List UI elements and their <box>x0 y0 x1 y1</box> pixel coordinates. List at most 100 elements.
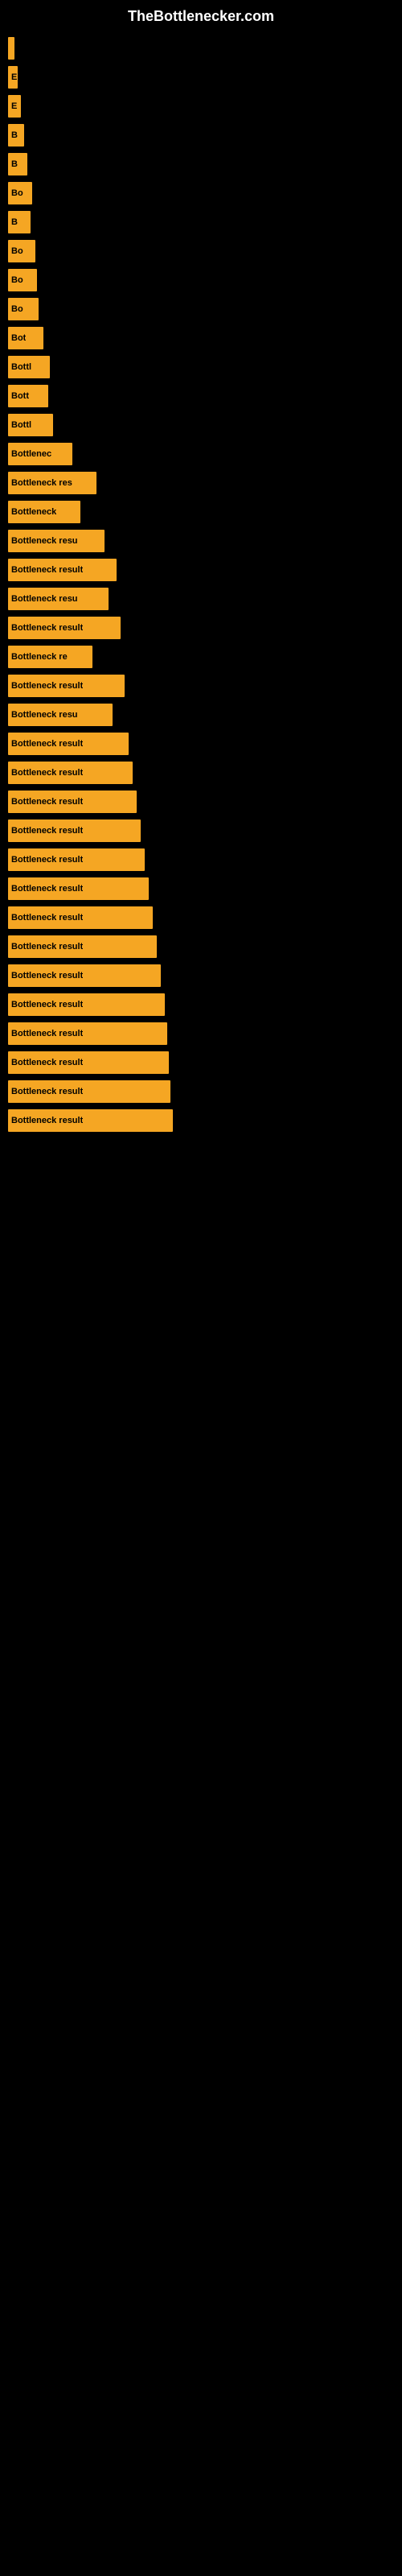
bar-row: Bottleneck result <box>8 617 394 639</box>
bar: B <box>8 124 24 147</box>
bar-label: Bottleneck result <box>11 855 83 865</box>
bar-row: Bottl <box>8 414 394 436</box>
bar: Bottleneck re <box>8 646 92 668</box>
bar-row: Bottleneck resu <box>8 530 394 552</box>
bar: Bottleneck result <box>8 877 149 900</box>
bar-label: Bottleneck re <box>11 652 68 662</box>
bar-row: Bott <box>8 385 394 407</box>
bar-label: Bottleneck result <box>11 623 83 633</box>
bar-row: Bottleneck result <box>8 993 394 1016</box>
bar: Bottleneck result <box>8 906 153 929</box>
bar-label: Bottleneck result <box>11 768 83 778</box>
bar-label: Bottleneck resu <box>11 536 78 546</box>
bar: Bottleneck result <box>8 559 117 581</box>
bar-row: Bo <box>8 240 394 262</box>
bar-row: Bottleneck result <box>8 935 394 958</box>
bar-row: Bo <box>8 182 394 204</box>
bar-label: Bottl <box>11 420 31 430</box>
bar-label: Bo <box>11 246 23 256</box>
bar-row: Bottleneck result <box>8 675 394 697</box>
bar: Bottleneck result <box>8 791 137 813</box>
bar: Bo <box>8 240 35 262</box>
bar-row: Bottleneck result <box>8 1022 394 1045</box>
bar-label: Bottl <box>11 362 31 372</box>
bar-row: Bot <box>8 327 394 349</box>
bar-label: Bottleneck result <box>11 681 83 691</box>
bar: Bottleneck result <box>8 848 145 871</box>
bar: Bottleneck result <box>8 935 157 958</box>
bar-row: Bottleneck result <box>8 1080 394 1103</box>
bar-row: Bottleneck result <box>8 762 394 784</box>
bar-row: E <box>8 95 394 118</box>
bar-label: Bottleneck result <box>11 1087 83 1096</box>
bar-label: Bottleneck result <box>11 1000 83 1009</box>
bar-row: B <box>8 211 394 233</box>
bar: Bottleneck result <box>8 1109 173 1132</box>
bar: Bot <box>8 327 43 349</box>
bar-label: Bottleneck result <box>11 942 83 952</box>
bar: Bottleneck result <box>8 617 121 639</box>
bar: B <box>8 153 27 175</box>
bar-row: B <box>8 124 394 147</box>
bar-label: B <box>11 217 18 227</box>
bar-row: E <box>8 66 394 89</box>
bar-row: Bottleneck resu <box>8 704 394 726</box>
bar-row: Bottleneck res <box>8 472 394 494</box>
bar-label: E <box>11 101 17 111</box>
bar-row: Bottleneck result <box>8 1109 394 1132</box>
bar-label: Bottleneck result <box>11 913 83 923</box>
bar: Bottleneck res <box>8 472 96 494</box>
bar-row: Bottleneck result <box>8 964 394 987</box>
bar-row: Bottleneck <box>8 501 394 523</box>
bars-container: E E B B Bo B Bo Bo Bo Bot Bottl Bott Bottl Bottlenec B… <box>0 29 402 1138</box>
bar: Bo <box>8 298 39 320</box>
bar: Bottl <box>8 414 53 436</box>
bar: Bottleneck result <box>8 675 125 697</box>
bar: Bottleneck result <box>8 819 141 842</box>
bar-label: Bottleneck resu <box>11 710 78 720</box>
bar: Bottleneck result <box>8 993 165 1016</box>
bar-row: Bottleneck result <box>8 848 394 871</box>
bar-row: Bottleneck result <box>8 791 394 813</box>
bar: B <box>8 211 31 233</box>
bar-label: B <box>11 159 18 169</box>
bar-label: Bottleneck result <box>11 797 83 807</box>
bar: Bottleneck result <box>8 1051 169 1074</box>
bar-label: Bottleneck <box>11 507 56 517</box>
bar: E <box>8 95 21 118</box>
bar-row: Bottleneck result <box>8 819 394 842</box>
bar-row: Bottleneck result <box>8 1051 394 1074</box>
bar: Bottleneck result <box>8 964 161 987</box>
bar: Bottleneck resu <box>8 704 113 726</box>
bar <box>8 37 14 60</box>
bar: Bottlenec <box>8 443 72 465</box>
bar-row: Bottleneck result <box>8 733 394 755</box>
bar-row: Bottleneck result <box>8 559 394 581</box>
bar-label: Bottleneck resu <box>11 594 78 604</box>
bar-label: Bo <box>11 304 23 314</box>
bar-row: Bottlenec <box>8 443 394 465</box>
bar-label: B <box>11 130 18 140</box>
bar-row: Bo <box>8 298 394 320</box>
bar-label: Bottleneck result <box>11 565 83 575</box>
bar: Bottleneck <box>8 501 80 523</box>
bar-label: Bo <box>11 275 23 285</box>
bar: Bottleneck result <box>8 1022 167 1045</box>
bar-label: Bottlenec <box>11 449 51 459</box>
bar-label: Bottleneck result <box>11 739 83 749</box>
bar-row: Bottleneck resu <box>8 588 394 610</box>
bar: Bott <box>8 385 48 407</box>
bar-row: Bottleneck result <box>8 877 394 900</box>
bar: Bottleneck result <box>8 762 133 784</box>
bar: Bottleneck result <box>8 1080 170 1103</box>
bar-label: Bo <box>11 188 23 198</box>
bar: Bottleneck resu <box>8 588 109 610</box>
bar-label: Bottleneck result <box>11 826 83 836</box>
bar-label: E <box>11 72 17 82</box>
site-title: TheBottlenecker.com <box>0 0 402 29</box>
bar-label: Bottleneck result <box>11 971 83 980</box>
bar: Bo <box>8 182 32 204</box>
bar: Bottl <box>8 356 50 378</box>
bar: E <box>8 66 18 89</box>
bar-label: Bottleneck result <box>11 1116 83 1125</box>
